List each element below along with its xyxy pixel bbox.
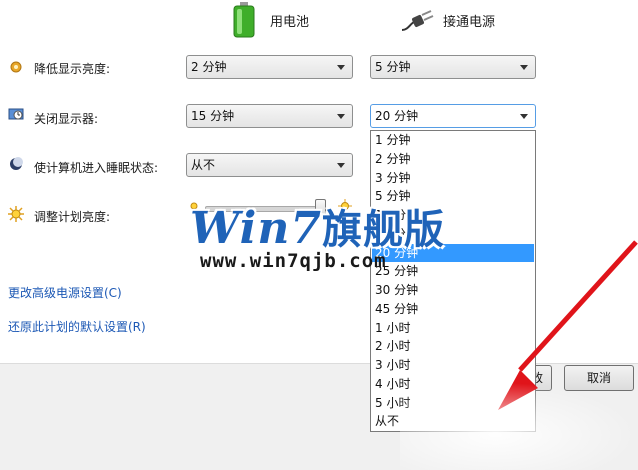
plugged-column-label: 接通电源 bbox=[443, 15, 496, 30]
select-value: 2 分钟 bbox=[191, 60, 227, 74]
watermark-cn: 旗舰版 bbox=[321, 207, 445, 253]
chevron-down-icon bbox=[337, 114, 345, 119]
display-off-battery-select[interactable]: 15 分钟 bbox=[186, 104, 353, 128]
sun-icon bbox=[8, 206, 24, 222]
dropdown-option[interactable]: 2 分钟 bbox=[372, 150, 534, 169]
dim-display-label: 降低显示亮度: bbox=[34, 62, 111, 76]
display-off-icon bbox=[8, 108, 24, 122]
sleep-battery-select[interactable]: 从不 bbox=[186, 153, 353, 177]
dropdown-option[interactable]: 1 分钟 bbox=[372, 131, 534, 150]
chevron-down-icon bbox=[337, 65, 345, 70]
battery-column-label: 用电池 bbox=[270, 15, 310, 30]
select-value: 从不 bbox=[191, 158, 216, 172]
brightness-label: 调整计划亮度: bbox=[34, 210, 111, 224]
battery-icon bbox=[232, 2, 256, 38]
power-plug-icon bbox=[400, 10, 434, 32]
sleep-moon-icon bbox=[9, 157, 23, 171]
restore-defaults-link[interactable]: 还原此计划的默认设置(R) bbox=[8, 318, 146, 335]
sleep-label: 使计算机进入睡眠状态: bbox=[34, 161, 159, 175]
select-value: 5 分钟 bbox=[375, 60, 411, 74]
chevron-down-icon bbox=[520, 65, 528, 70]
white-glow bbox=[400, 382, 638, 470]
advanced-settings-link[interactable]: 更改高级电源设置(C) bbox=[8, 284, 122, 301]
dropdown-option[interactable]: 3 分钟 bbox=[372, 169, 534, 188]
dim-display-battery-select[interactable]: 2 分钟 bbox=[186, 55, 353, 79]
select-value: 20 分钟 bbox=[375, 109, 419, 123]
watermark-latin: Win7 bbox=[190, 203, 322, 254]
watermark-logo: Win7旗舰版 bbox=[190, 197, 445, 255]
watermark-url: www.win7qjb.com bbox=[200, 250, 387, 272]
dim-display-icon bbox=[10, 61, 22, 73]
display-off-label: 关闭显示器: bbox=[34, 112, 99, 126]
chevron-down-icon bbox=[520, 114, 528, 119]
display-off-plugged-select[interactable]: 20 分钟 bbox=[370, 104, 536, 128]
select-value: 15 分钟 bbox=[191, 109, 235, 123]
dim-display-plugged-select[interactable]: 5 分钟 bbox=[370, 55, 536, 79]
chevron-down-icon bbox=[337, 163, 345, 168]
